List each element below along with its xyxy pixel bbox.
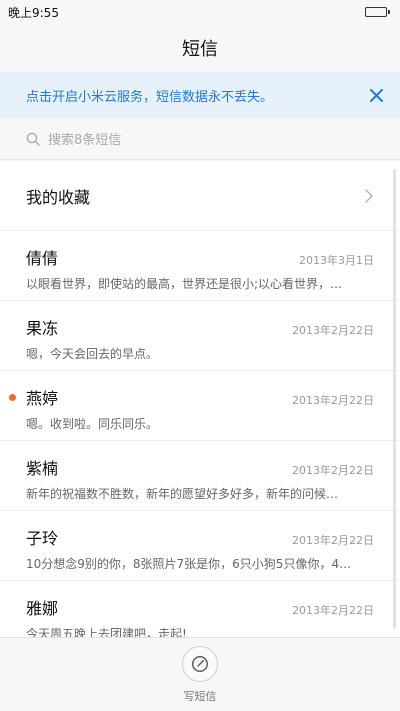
message-date: 2013年2月22日: [292, 464, 374, 477]
search-icon: [26, 132, 40, 146]
compose-icon: [191, 655, 209, 672]
conversation-row[interactable]: 燕婷 2013年2月22日嗯。收到啦。同乐同乐。: [0, 371, 400, 441]
page-title-text: 短信: [182, 39, 218, 60]
conversation-row[interactable]: 紫楠 2013年2月22日新年的祝福数不胜数，新年的愿望好多好多，新年的问候…: [0, 441, 400, 511]
contact-name: 倩倩: [26, 249, 59, 268]
unread-dot: [9, 394, 16, 401]
conversation-row[interactable]: 果冻 2013年2月22日嗯，今天会回去的早点。: [0, 301, 400, 371]
message-preview: 新年的祝福数不胜数，新年的愿望好多好多，新年的问候…: [26, 487, 339, 501]
message-date: 2013年2月22日: [292, 534, 374, 547]
contact-name: 果冻: [26, 319, 59, 338]
banner-text: 点击开启小米云服务，短信数据永不丢失。: [26, 89, 274, 105]
message-preview: 嗯，今天会回去的早点。: [26, 347, 159, 361]
page-title: 短信: [0, 24, 400, 72]
search-placeholder: 搜索8条短信: [48, 133, 122, 148]
contact-name: 紫楠: [26, 459, 59, 478]
favorites-row[interactable]: 我的收藏: [0, 161, 400, 231]
message-date: 2013年2月22日: [292, 394, 374, 407]
contact-name: 雅娜: [26, 599, 59, 618]
battery-icon: [365, 7, 390, 17]
cloud-service-banner[interactable]: 点击开启小米云服务，短信数据永不丢失。: [0, 72, 400, 118]
status-time: 晚上9:55: [8, 5, 59, 20]
message-date: 2013年2月22日: [292, 604, 374, 617]
search-bar[interactable]: 搜索8条短信: [0, 118, 400, 160]
compose-button[interactable]: [182, 645, 218, 682]
conversation-row[interactable]: 子玲 2013年2月22日 10分想念9别的你，8张照片7张是你，6只小狗5只像你，…: [0, 511, 400, 581]
scrollbar[interactable]: [393, 169, 396, 629]
favorites-label: 我的收藏: [26, 187, 91, 207]
contact-name: 子玲: [26, 529, 59, 548]
chevron-right-icon: [365, 188, 373, 203]
conversation-row[interactable]: 倩倩 2013年3月1日以眼看世界，即使站的最高，世界还是很小;以心看世界，…: [0, 231, 400, 301]
message-preview: 今天周五晚上去团建吧，走起!: [26, 627, 187, 637]
status-bar: 晚上9:55: [0, 0, 400, 24]
message-preview: 嗯。收到啦。同乐同乐。: [26, 417, 159, 431]
message-preview: 以眼看世界，即使站的最高，世界还是很小;以心看世界，…: [26, 277, 343, 291]
compose-label: 写短信: [183, 689, 217, 703]
message-date: 2013年3月1日: [299, 254, 374, 267]
conversation-list[interactable]: 我的收藏 倩倩 2013年3月1日以眼看世界，即使站的最高，世界还是很小;以心看世…: [0, 161, 400, 637]
message-preview: 10分想念9别的你，8张照片7张是你，6只小狗5只像你，4…: [26, 557, 352, 571]
conversation-row[interactable]: 雅娜 2013年2月22日今天周五晚上去团建吧，走起!: [0, 581, 400, 637]
close-icon[interactable]: [366, 85, 386, 105]
bottom-bar: 写短信: [0, 637, 400, 711]
message-date: 2013年2月22日: [292, 324, 374, 337]
contact-name: 燕婷: [26, 389, 59, 408]
